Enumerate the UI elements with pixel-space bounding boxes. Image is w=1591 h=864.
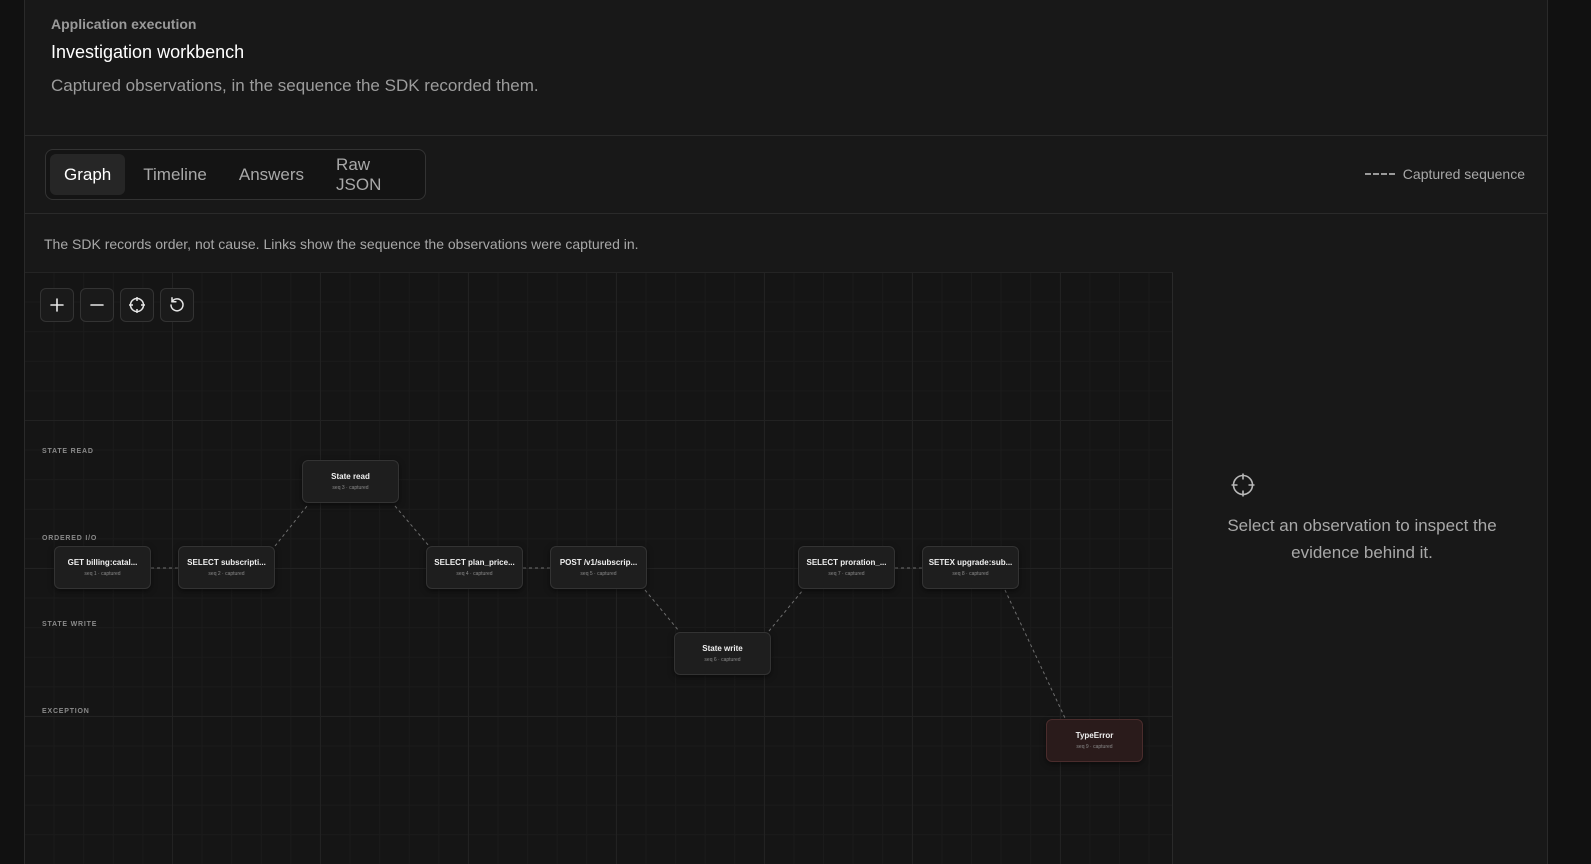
node-label: POST /v1/subscrip... bbox=[559, 558, 638, 567]
tab-timeline[interactable]: Timeline bbox=[129, 154, 221, 195]
lane-label-state-read: STATE READ bbox=[42, 448, 94, 455]
node-meta: seq 9 · captured bbox=[1076, 744, 1113, 750]
node-label: GET billing:catal... bbox=[67, 558, 138, 567]
execution-panel: Application execution Investigation work… bbox=[24, 0, 1548, 864]
graph-canvas[interactable]: STATE READ ORDERED I/O STATE WRITE EXCEP… bbox=[25, 272, 1173, 864]
crosshair-icon bbox=[1231, 473, 1255, 497]
observation-node-seq-8[interactable]: SETEX upgrade:sub... seq 8 · captured bbox=[922, 546, 1019, 589]
observation-node-seq-6[interactable]: State write seq 6 · captured bbox=[674, 632, 771, 675]
node-label: SELECT plan_price... bbox=[434, 558, 515, 567]
dashed-line-icon bbox=[1364, 173, 1395, 175]
page-eyebrow: Application execution bbox=[51, 16, 197, 32]
node-meta: seq 1 · captured bbox=[84, 571, 121, 577]
lane-label-state-write: STATE WRITE bbox=[42, 621, 98, 628]
page-header: Application execution Investigation work… bbox=[25, 0, 1547, 136]
observation-node-seq-3[interactable]: State read seq 3 · captured bbox=[302, 460, 399, 503]
node-meta: seq 4 · captured bbox=[456, 571, 493, 577]
tab-answers[interactable]: Answers bbox=[225, 154, 318, 195]
zoom-out-button[interactable] bbox=[80, 288, 114, 322]
observation-node-seq-1[interactable]: GET billing:catal... seq 1 · captured bbox=[54, 546, 151, 589]
node-meta: seq 7 · captured bbox=[828, 571, 865, 577]
lane-label-exception: EXCEPTION bbox=[42, 708, 90, 715]
observation-node-seq-2[interactable]: SELECT subscripti... seq 2 · captured bbox=[178, 546, 275, 589]
zoom-in-button[interactable] bbox=[40, 288, 74, 322]
lane-label-ordered-io: ORDERED I/O bbox=[42, 535, 98, 542]
node-meta: seq 8 · captured bbox=[952, 571, 989, 577]
zoom-controls bbox=[40, 288, 194, 322]
tab-raw-json[interactable]: Raw JSON bbox=[322, 154, 421, 195]
node-meta: seq 3 · captured bbox=[332, 485, 369, 491]
edge-6-7 bbox=[768, 589, 804, 632]
node-label: State write bbox=[702, 644, 743, 653]
view-tabs: Graph Timeline Answers Raw JSON bbox=[45, 149, 426, 200]
minus-icon bbox=[90, 304, 104, 306]
node-label: State read bbox=[331, 472, 370, 481]
node-label: SELECT subscripti... bbox=[187, 558, 266, 567]
observation-node-seq-7[interactable]: SELECT proration_... seq 7 · captured bbox=[798, 546, 895, 589]
edge-2-3 bbox=[274, 505, 308, 547]
node-label: SELECT proration_... bbox=[806, 558, 887, 567]
tab-graph[interactable]: Graph bbox=[50, 154, 126, 195]
observation-node-seq-4[interactable]: SELECT plan_price... seq 4 · captured bbox=[426, 546, 523, 589]
node-label: SETEX upgrade:sub... bbox=[928, 558, 1013, 567]
node-meta: seq 2 · captured bbox=[208, 571, 245, 577]
graph-note: The SDK records order, not cause. Links … bbox=[44, 236, 639, 252]
inspector-panel: Select an observation to inspect the evi… bbox=[1173, 272, 1549, 864]
inspector-empty-message: Select an observation to inspect the evi… bbox=[1227, 516, 1497, 562]
edge-5-6 bbox=[644, 589, 680, 632]
crosshair-icon bbox=[129, 297, 145, 313]
observation-node-seq-5[interactable]: POST /v1/subscrip... seq 5 · captured bbox=[550, 546, 647, 589]
rotate-icon bbox=[170, 297, 184, 312]
observation-node-seq-9-error[interactable]: TypeError seq 9 · captured bbox=[1046, 719, 1143, 762]
legend-label: Captured sequence bbox=[1402, 166, 1525, 182]
edge-8-9 bbox=[1004, 589, 1066, 719]
node-meta: seq 6 · captured bbox=[704, 657, 741, 663]
fit-view-button[interactable] bbox=[120, 288, 154, 322]
plus-icon bbox=[50, 298, 64, 312]
page: Application execution Investigation work… bbox=[0, 0, 1591, 864]
tab-bar: Graph Timeline Answers Raw JSON Captured… bbox=[25, 136, 1547, 214]
edge-legend: Captured sequence bbox=[1364, 166, 1525, 182]
node-meta: seq 5 · captured bbox=[580, 571, 617, 577]
page-title: Investigation workbench bbox=[51, 42, 245, 62]
edge-3-4 bbox=[394, 505, 430, 547]
page-subtitle: Captured observations, in the sequence t… bbox=[51, 76, 539, 95]
reset-view-button[interactable] bbox=[160, 288, 194, 322]
node-label: TypeError bbox=[1075, 731, 1114, 740]
